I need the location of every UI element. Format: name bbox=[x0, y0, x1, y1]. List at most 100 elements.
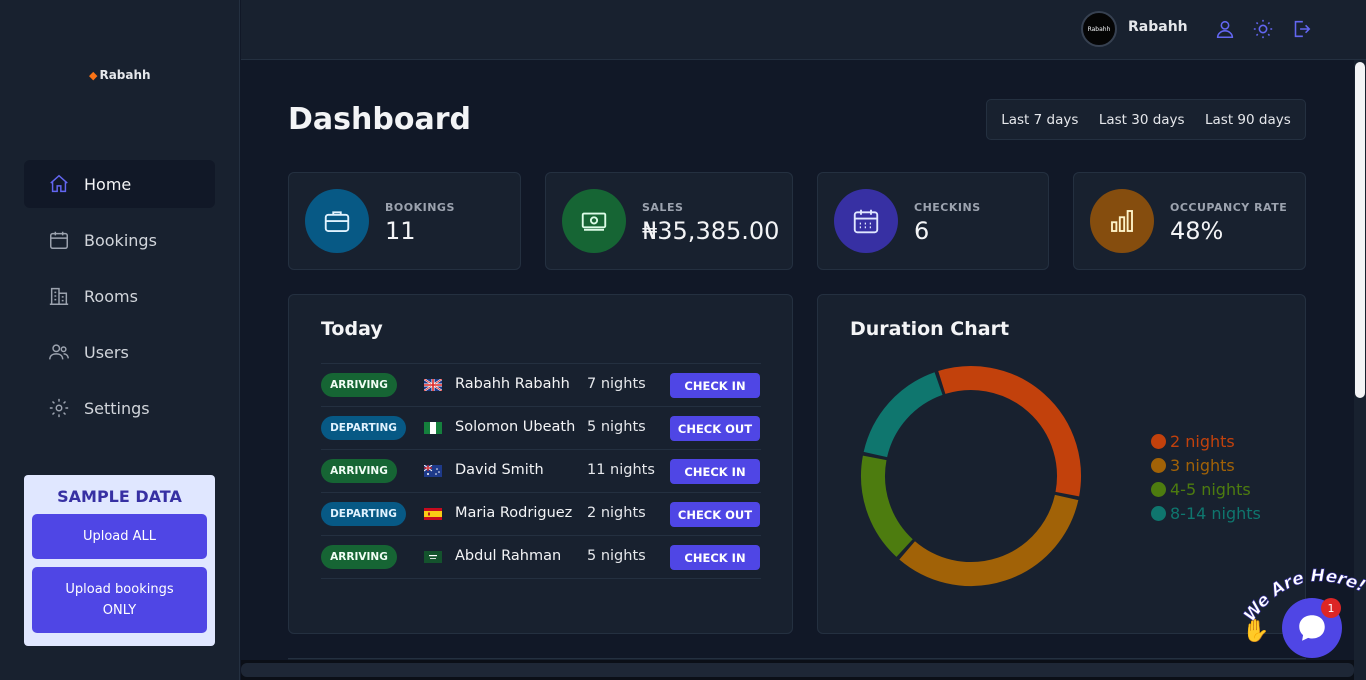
calendar-days-icon bbox=[853, 209, 879, 234]
logout-icon[interactable] bbox=[1290, 18, 1312, 40]
list-item: DEPARTING Solomon Ubeath 5 nights CHECK … bbox=[321, 407, 761, 450]
legend-swatch bbox=[1151, 505, 1166, 521]
chat-bubble-icon bbox=[1299, 615, 1325, 641]
filter-last-30-days[interactable]: Last 30 days bbox=[1099, 112, 1185, 128]
list-item: ARRIVING Rabahh Rabahh 7 nights CHECK IN bbox=[321, 364, 761, 407]
brand-logo[interactable]: ◆ Rabahh bbox=[89, 68, 151, 82]
guest-name: David Smith bbox=[455, 462, 544, 478]
home-icon bbox=[50, 174, 68, 193]
chat-widget: We Are Here! ✋ 1 bbox=[1240, 565, 1366, 680]
legend-item[interactable]: 3 nights bbox=[1151, 453, 1261, 477]
stat-label: CHECKINS bbox=[914, 201, 981, 214]
donut-slice-4[interactable] bbox=[863, 372, 943, 458]
check-in-button[interactable]: CHECK IN bbox=[670, 373, 760, 398]
upload-all-button[interactable]: Upload ALL bbox=[32, 514, 207, 559]
list-item: ARRIVING Abdul Rahman 5 nights CHECK IN bbox=[321, 536, 761, 579]
list-item: DEPARTING Maria Rodriguez 2 nights CHECK… bbox=[321, 493, 761, 536]
donut-slice-3[interactable] bbox=[861, 455, 913, 557]
upload-bookings-button[interactable]: Upload bookings ONLY bbox=[32, 567, 207, 633]
legend-item[interactable]: 4-5 nights bbox=[1151, 477, 1261, 501]
duration-donut-chart bbox=[861, 366, 1081, 586]
nights-count: 5 nights bbox=[587, 419, 646, 435]
check-in-button[interactable]: CHECK IN bbox=[670, 545, 760, 570]
check-out-button[interactable]: CHECK OUT bbox=[670, 502, 760, 527]
guest-name: Abdul Rahman bbox=[455, 548, 562, 564]
today-panel: Today ARRIVING Rabahh Rabahh 7 nights CH… bbox=[288, 294, 793, 634]
logo-mark-icon: ◆ bbox=[89, 68, 98, 82]
sidebar-item-label: Users bbox=[84, 342, 129, 362]
legend-swatch bbox=[1151, 457, 1166, 473]
stat-card-occupancy: OCCUPANCY RATE 48% bbox=[1073, 172, 1306, 270]
filter-last-90-days[interactable]: Last 90 days bbox=[1205, 112, 1291, 128]
brand-name: Rabahh bbox=[99, 68, 151, 82]
sidebar-item-label: Bookings bbox=[84, 230, 157, 250]
sidebar-item-home[interactable]: Home bbox=[24, 160, 215, 208]
legend-swatch bbox=[1151, 481, 1166, 497]
flag-au-icon bbox=[424, 465, 442, 477]
sample-data-title: SAMPLE DATA bbox=[57, 487, 182, 506]
sidebar-nav: Home Bookings Rooms Users Settings bbox=[24, 160, 215, 440]
stat-card-sales: SALES ₦35,385.00 bbox=[545, 172, 793, 270]
donut-slice-2[interactable] bbox=[899, 494, 1079, 586]
gear-icon bbox=[49, 398, 69, 418]
sample-data-panel: SAMPLE DATA Upload ALL Upload bookings O… bbox=[24, 475, 215, 646]
nights-count: 2 nights bbox=[587, 505, 646, 521]
sidebar-item-settings[interactable]: Settings bbox=[24, 384, 215, 432]
today-title: Today bbox=[321, 318, 383, 340]
check-in-button[interactable]: CHECK IN bbox=[670, 459, 760, 484]
legend-item[interactable]: 2 nights bbox=[1151, 429, 1261, 453]
stat-value: 11 bbox=[385, 217, 416, 245]
stat-icon-circle bbox=[834, 189, 898, 253]
flag-sa-icon bbox=[424, 551, 442, 563]
chart-legend: 2 nights 3 nights 4-5 nights 8-14 nights bbox=[1151, 429, 1261, 525]
today-list: ARRIVING Rabahh Rabahh 7 nights CHECK IN… bbox=[321, 363, 761, 579]
banknotes-icon bbox=[581, 212, 607, 231]
filter-last-7-days[interactable]: Last 7 days bbox=[1001, 112, 1078, 128]
legend-item[interactable]: 8-14 nights bbox=[1151, 501, 1261, 525]
sidebar-item-rooms[interactable]: Rooms bbox=[24, 272, 215, 320]
stat-icon-circle bbox=[562, 189, 626, 253]
stat-icon-circle bbox=[305, 189, 369, 253]
flag-gb-icon bbox=[424, 379, 442, 391]
scrollbar-thumb[interactable] bbox=[1355, 62, 1365, 398]
stat-card-checkins: CHECKINS 6 bbox=[817, 172, 1049, 270]
check-out-button[interactable]: CHECK OUT bbox=[670, 416, 760, 441]
sidebar-item-label: Home bbox=[84, 174, 132, 194]
sidebar-item-label: Settings bbox=[84, 398, 150, 418]
avatar[interactable]: Rabahh bbox=[1081, 11, 1117, 47]
status-badge: DEPARTING bbox=[321, 416, 406, 440]
notification-badge: 1 bbox=[1321, 598, 1341, 618]
duration-chart-title: Duration Chart bbox=[850, 318, 1010, 340]
sidebar: ◆ Rabahh Home Bookings Rooms Users Setti… bbox=[0, 0, 240, 680]
sidebar-item-label: Rooms bbox=[84, 286, 138, 306]
user-icon[interactable] bbox=[1214, 18, 1236, 40]
sun-icon[interactable] bbox=[1252, 18, 1274, 40]
flag-ng-icon bbox=[424, 422, 442, 434]
guest-name: Solomon Ubeath bbox=[455, 419, 576, 435]
status-badge: ARRIVING bbox=[321, 373, 397, 397]
briefcase-icon bbox=[324, 211, 350, 232]
guest-name: Maria Rodriguez bbox=[455, 505, 573, 521]
nights-count: 11 nights bbox=[587, 462, 655, 478]
donut-slice-1[interactable] bbox=[938, 366, 1081, 497]
sidebar-item-bookings[interactable]: Bookings bbox=[24, 216, 215, 264]
nights-count: 7 nights bbox=[587, 376, 646, 392]
calendar-icon bbox=[50, 231, 68, 249]
legend-swatch bbox=[1151, 433, 1166, 449]
hscroll-thumb[interactable] bbox=[241, 663, 1354, 677]
stat-label: SALES bbox=[642, 201, 684, 214]
sidebar-item-users[interactable]: Users bbox=[24, 328, 215, 376]
stat-icon-circle bbox=[1090, 189, 1154, 253]
status-badge: ARRIVING bbox=[321, 545, 397, 569]
flag-es-icon bbox=[424, 508, 442, 520]
legend-label: 3 nights bbox=[1170, 455, 1235, 475]
avatar-text: Rabahh bbox=[1087, 25, 1111, 33]
list-item: ARRIVING David Smith 11 nights CHECK IN bbox=[321, 450, 761, 493]
waving-hand-icon: ✋ bbox=[1242, 619, 1270, 644]
horizontal-scrollbar[interactable] bbox=[241, 660, 1354, 680]
status-badge: DEPARTING bbox=[321, 502, 406, 526]
date-filter-group: Last 7 days Last 30 days Last 90 days bbox=[986, 99, 1306, 140]
guest-name: Rabahh Rabahh bbox=[455, 376, 570, 392]
stat-value: 6 bbox=[914, 217, 930, 245]
users-icon bbox=[49, 344, 69, 360]
